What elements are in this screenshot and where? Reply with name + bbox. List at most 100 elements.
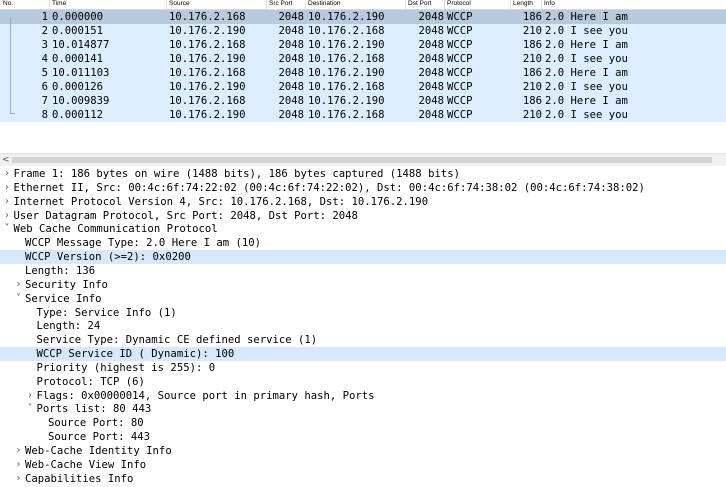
- detail-tree-label: Flags: 0x00000014, Source port in primar…: [36, 389, 375, 402]
- detail-tree-row[interactable]: WCCP Version (>=2): 0x0200: [0, 250, 726, 265]
- detail-tree-row[interactable]: Length: 24: [0, 319, 726, 333]
- detail-tree-row[interactable]: Source Port: 80: [0, 416, 726, 430]
- scroll-left-arrow-icon[interactable]: <: [2, 154, 10, 166]
- packet-cell-dst-port: 2048: [418, 109, 444, 121]
- packet-cell-protocol: WCCP: [447, 39, 473, 51]
- packet-cell-src-port: 2048: [278, 67, 304, 79]
- packet-cell-info: 2.0 Here I am: [545, 39, 628, 51]
- column-header-dst-port[interactable]: Dst Port: [408, 0, 431, 8]
- packet-cell-no: 5: [41, 67, 48, 79]
- detail-tree-row[interactable]: Length: 136: [0, 264, 726, 278]
- detail-tree-row[interactable]: › Web-Cache Identity Info: [0, 444, 726, 458]
- packet-list-hscrollbar[interactable]: <: [0, 153, 726, 167]
- scrollbar-thumb[interactable]: [12, 157, 712, 163]
- packet-cell-no: 8: [41, 109, 48, 121]
- chevron-right-icon[interactable]: ›: [2, 181, 12, 195]
- detail-tree-row[interactable]: › Flags: 0x00000014, Source port in prima…: [0, 389, 726, 403]
- detail-tree-row[interactable]: ˅ Web Cache Communication Protocol: [0, 222, 726, 236]
- detail-tree-row[interactable]: Type: Service Info (1): [0, 306, 726, 320]
- column-header-destination[interactable]: Destination: [308, 0, 341, 8]
- packet-cell-source: 10.176.2.168: [169, 11, 246, 23]
- packet-cell-protocol: WCCP: [447, 81, 473, 93]
- packet-cell-protocol: WCCP: [447, 67, 473, 79]
- chevron-right-icon[interactable]: ›: [2, 209, 12, 223]
- detail-tree-row[interactable]: › Internet Protocol Version 4, Src: 10.17…: [0, 195, 726, 209]
- packet-cell-length: 186: [522, 39, 542, 51]
- packet-row[interactable]: 8 0.000112 10.176.2.190 2048 10.176.2.168 204…: [0, 108, 726, 122]
- packet-cell-src-port: 2048: [278, 109, 304, 121]
- column-header-source[interactable]: Source: [169, 0, 190, 8]
- packet-row[interactable]: 7 10.009839 10.176.2.168 2048 10.176.2.190 20…: [0, 94, 726, 108]
- packet-cell-destination: 10.176.2.168: [308, 25, 385, 37]
- packet-cell-time: 0.000112: [52, 109, 104, 121]
- packet-cell-source: 10.176.2.168: [169, 39, 246, 51]
- packet-cell-info: 2.0 I see you: [545, 81, 628, 93]
- packet-cell-info: 2.0 I see you: [545, 25, 628, 37]
- packet-cell-destination: 10.176.2.190: [308, 67, 385, 79]
- chevron-right-icon[interactable]: ›: [14, 472, 24, 486]
- packet-cell-destination: 10.176.2.190: [308, 11, 385, 23]
- packet-row[interactable]: 2 0.000151 10.176.2.190 2048 10.176.2.168 204…: [0, 24, 726, 38]
- packet-row[interactable]: 6 0.000126 10.176.2.190 2048 10.176.2.168 204…: [0, 80, 726, 94]
- packet-cell-source: 10.176.2.190: [169, 25, 246, 37]
- column-header-src-port[interactable]: Src Port: [269, 0, 292, 8]
- detail-tree-row[interactable]: › Security Info: [0, 278, 726, 292]
- column-header-no[interactable]: No.: [3, 0, 13, 8]
- detail-tree-row[interactable]: Priority (highest is 255): 0: [0, 361, 726, 375]
- detail-tree-label: Web-Cache Identity Info: [25, 445, 172, 457]
- detail-tree-label: Ports list: 80 443: [36, 403, 152, 416]
- packet-cell-length: 186: [522, 67, 542, 79]
- chevron-right-icon[interactable]: ›: [2, 195, 12, 209]
- packet-cell-dst-port: 2048: [418, 25, 444, 37]
- packet-cell-length: 210: [522, 109, 542, 121]
- packet-cell-length: 210: [522, 25, 542, 37]
- packet-cell-protocol: WCCP: [447, 11, 473, 23]
- packet-cell-dst-port: 2048: [418, 11, 444, 23]
- column-header-time[interactable]: Time: [52, 0, 66, 8]
- packet-cell-source: 10.176.2.168: [169, 67, 246, 79]
- chevron-right-icon[interactable]: ›: [14, 458, 24, 472]
- chevron-right-icon[interactable]: ›: [2, 167, 12, 181]
- packet-list: No. Time Source Src Port Destination Dst…: [0, 0, 726, 153]
- packet-row[interactable]: 4 0.000141 10.176.2.190 2048 10.176.2.168 204…: [0, 52, 726, 66]
- detail-tree-label: Capabilities Info: [25, 472, 134, 485]
- conversation-bracket: [10, 17, 11, 114]
- detail-tree-row[interactable]: WCCP Message Type: 2.0 Here I am (10): [0, 236, 726, 250]
- packet-row[interactable]: 5 10.011103 10.176.2.168 2048 10.176.2.190 20…: [0, 66, 726, 80]
- detail-tree-row[interactable]: › Capabilities Info: [0, 472, 726, 486]
- detail-tree-row[interactable]: Protocol: TCP (6): [0, 375, 726, 389]
- column-header-protocol[interactable]: Protocol: [447, 0, 471, 8]
- detail-tree-row[interactable]: ˅ Ports list: 80 443: [0, 402, 726, 416]
- packet-cell-dst-port: 2048: [418, 39, 444, 51]
- detail-tree-row[interactable]: WCCP Service ID ( Dynamic): 100: [0, 347, 726, 362]
- packet-cell-no: 1: [41, 11, 48, 23]
- chevron-right-icon[interactable]: ›: [14, 444, 24, 458]
- packet-cell-src-port: 2048: [278, 53, 304, 65]
- detail-tree-row[interactable]: ˅ Service Info: [0, 292, 726, 306]
- packet-cell-source: 10.176.2.168: [169, 95, 246, 107]
- chevron-right-icon[interactable]: ›: [14, 278, 24, 292]
- detail-tree-label: Protocol: TCP (6): [36, 375, 145, 388]
- detail-tree-label: Type: Service Info (1): [36, 306, 177, 319]
- packet-cell-time: 10.014877: [52, 39, 110, 51]
- detail-tree-label: Frame 1: 186 bytes on wire (1488 bits), …: [13, 168, 460, 180]
- packet-cell-dst-port: 2048: [418, 53, 444, 65]
- packet-row[interactable]: 1 0.000000 10.176.2.168 2048 10.176.2.190 204…: [0, 10, 726, 24]
- column-header-length[interactable]: Length: [513, 0, 533, 8]
- packet-cell-src-port: 2048: [278, 39, 304, 51]
- detail-tree-row[interactable]: Service Type: Dynamic CE defined service…: [0, 333, 726, 347]
- chevron-right-icon[interactable]: ›: [25, 389, 35, 403]
- detail-tree-row[interactable]: › User Datagram Protocol, Src Port: 2048,…: [0, 209, 726, 223]
- chevron-down-icon[interactable]: ˅: [2, 222, 12, 236]
- packet-cell-src-port: 2048: [278, 95, 304, 107]
- detail-tree-row[interactable]: Source Port: 443: [0, 430, 726, 444]
- detail-tree-row[interactable]: › Web-Cache View Info: [0, 458, 726, 472]
- detail-tree-label: WCCP Service ID ( Dynamic): 100: [36, 348, 235, 361]
- chevron-down-icon[interactable]: ˅: [25, 402, 35, 416]
- detail-tree-row[interactable]: › Ethernet II, Src: 00:4c:6f:74:22:02 (00…: [0, 181, 726, 195]
- column-header-info[interactable]: Info: [544, 0, 555, 8]
- detail-tree-row[interactable]: › Frame 1: 186 bytes on wire (1488 bits),…: [0, 167, 726, 181]
- packet-row[interactable]: 3 10.014877 10.176.2.168 2048 10.176.2.190 20…: [0, 38, 726, 52]
- chevron-down-icon[interactable]: ˅: [14, 292, 24, 306]
- packet-cell-no: 3: [41, 39, 48, 51]
